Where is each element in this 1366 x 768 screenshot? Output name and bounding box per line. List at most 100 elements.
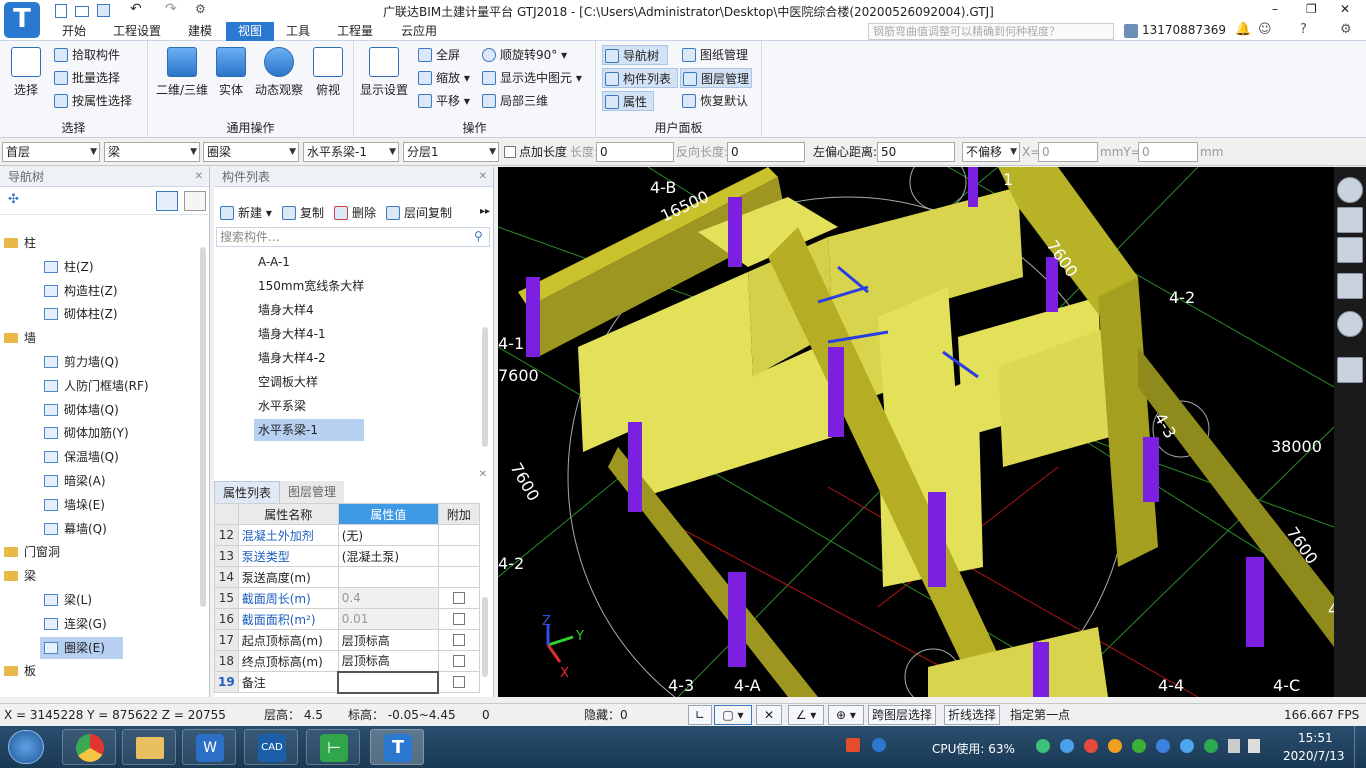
component-item[interactable]: 墙身大样4-2 bbox=[254, 347, 330, 369]
property-row[interactable]: 13 泵送类型 (混凝土泵) bbox=[214, 545, 481, 567]
start-button[interactable] bbox=[8, 730, 44, 764]
pin-icon[interactable]: ✣ bbox=[8, 192, 19, 207]
copy-component-button[interactable]: 复制 bbox=[280, 203, 324, 223]
property-value[interactable]: 0.4 bbox=[337, 587, 439, 609]
orbit-view-icon[interactable] bbox=[1337, 177, 1363, 203]
chrome-app-icon[interactable] bbox=[62, 729, 116, 765]
network-icon[interactable] bbox=[1228, 739, 1240, 753]
orbit-button[interactable]: 动态观察 bbox=[252, 47, 306, 98]
nav-group[interactable]: 墙 bbox=[4, 327, 36, 349]
clock-time[interactable]: 15:51 bbox=[1298, 731, 1333, 745]
tab-start[interactable]: 开始 bbox=[52, 22, 96, 41]
gtj-app-icon[interactable]: T bbox=[370, 729, 424, 765]
help-search-input[interactable]: 钢筋弯曲值调整可以精确到何种程度？ bbox=[868, 23, 1114, 40]
component-search-input[interactable]: 搜索构件... bbox=[216, 227, 490, 247]
extra-checkbox[interactable] bbox=[452, 592, 465, 604]
x-offset-input[interactable]: 0 bbox=[1038, 142, 1098, 162]
tray-icon-3[interactable] bbox=[1084, 739, 1098, 753]
component-scrollbar[interactable] bbox=[482, 327, 488, 447]
tab-view[interactable]: 视图 bbox=[226, 22, 274, 41]
nav-item[interactable]: 圈梁(E) bbox=[40, 636, 123, 659]
point-length-checkbox[interactable] bbox=[504, 146, 516, 158]
search-icon[interactable]: ⚲ bbox=[474, 229, 483, 243]
nav-group[interactable]: 梁 bbox=[4, 565, 36, 587]
length-input[interactable]: 0 bbox=[596, 142, 674, 162]
undo-icon[interactable]: ↶ bbox=[130, 1, 142, 17]
layer-manage-toggle[interactable]: 图层管理 bbox=[680, 68, 752, 88]
offset-input[interactable]: 50 bbox=[877, 142, 955, 162]
property-row[interactable]: 15 截面周长(m) 0.4 bbox=[214, 587, 481, 609]
open-file-icon[interactable] bbox=[75, 6, 89, 17]
layer-select[interactable]: 分层1 ▼ bbox=[403, 142, 499, 162]
app-logo-icon[interactable]: T bbox=[4, 2, 40, 38]
property-value[interactable]: 层顶标高 bbox=[337, 629, 439, 651]
nav-item[interactable]: 柱(Z) bbox=[40, 256, 112, 278]
component-item[interactable]: A-A-1 bbox=[254, 251, 294, 273]
sogou-icon[interactable] bbox=[846, 738, 860, 752]
component-select[interactable]: 水平系梁-1 ▼ bbox=[303, 142, 399, 162]
tray-icon-8[interactable] bbox=[1204, 739, 1218, 753]
cross-layer-select-button[interactable]: 跨图层选择 bbox=[868, 705, 936, 725]
tab-property-list[interactable]: 属性列表 bbox=[214, 481, 281, 503]
nav-item[interactable]: 人防门框墙(RF) bbox=[40, 375, 167, 397]
nav-scrollbar[interactable] bbox=[200, 247, 206, 607]
gld-app-icon[interactable]: ⊢ bbox=[306, 729, 360, 765]
user-phone[interactable]: 13170887369 bbox=[1142, 23, 1226, 37]
2d-view-icon[interactable] bbox=[1337, 207, 1363, 233]
copy-between-floors-button[interactable]: 层间复制 bbox=[384, 203, 452, 223]
component-list-toggle[interactable]: 构件列表 bbox=[602, 68, 678, 88]
nav-group[interactable]: 柱 bbox=[4, 232, 36, 254]
nav-item[interactable]: 砌体墙(Q) bbox=[40, 399, 137, 421]
tray-icon-6[interactable] bbox=[1156, 739, 1170, 753]
component-item[interactable]: 水平系梁 bbox=[254, 395, 310, 417]
component-item[interactable]: 空调板大样 bbox=[254, 371, 322, 393]
settings-icon[interactable]: ⚙ bbox=[1340, 22, 1352, 37]
close-button[interactable]: ✕ bbox=[1340, 2, 1350, 16]
properties-toggle[interactable]: 属性 bbox=[602, 91, 654, 111]
help-icon[interactable]: ? bbox=[1300, 22, 1307, 37]
polyline-select-button[interactable]: 折线选择 bbox=[944, 705, 1000, 725]
ortho-icon[interactable]: ∟ bbox=[688, 705, 712, 725]
nav-group[interactable]: 门窗洞 bbox=[4, 541, 60, 563]
nav-item[interactable]: 保温墙(Q) bbox=[40, 446, 137, 468]
nav-item[interactable]: 暗梁(A) bbox=[40, 470, 124, 492]
property-row[interactable]: 14 泵送高度(m) bbox=[214, 566, 481, 588]
extra-checkbox[interactable] bbox=[452, 655, 465, 667]
volume-icon[interactable] bbox=[1248, 739, 1260, 753]
property-row[interactable]: 12 混凝土外加剂 (无) bbox=[214, 524, 481, 546]
property-value[interactable]: 0.01 bbox=[337, 608, 439, 630]
new-component-button[interactable]: 新建 ▾ bbox=[218, 203, 272, 223]
building-model[interactable]: 4-B16500176004-24-1760076004-33800076004… bbox=[498, 167, 1334, 697]
redo-icon[interactable]: ↷ bbox=[165, 1, 177, 17]
nav-item[interactable]: 梁(L) bbox=[40, 589, 110, 611]
minimize-button[interactable]: – bbox=[1272, 2, 1278, 16]
nav-item[interactable]: 幕墙(Q) bbox=[40, 518, 125, 540]
user-avatar-icon[interactable] bbox=[1124, 24, 1138, 38]
more-icon[interactable]: ▸▸ bbox=[480, 206, 490, 217]
grid-view-icon[interactable] bbox=[184, 191, 206, 211]
display-settings-button[interactable]: 显示设置 bbox=[358, 47, 410, 98]
offset-mode-select[interactable]: 不偏移 ▼ bbox=[962, 142, 1020, 162]
nav-item[interactable]: 砌体柱(Z) bbox=[40, 303, 136, 325]
select-button[interactable]: 选择 bbox=[6, 47, 46, 98]
2d-3d-button[interactable]: 二维/三维 bbox=[154, 47, 210, 98]
fullscreen-button[interactable]: 全屏 bbox=[416, 45, 460, 65]
property-value[interactable]: (混凝土泵) bbox=[337, 545, 439, 567]
extra-checkbox[interactable] bbox=[452, 613, 465, 625]
cross-snap-icon[interactable]: ✕ bbox=[756, 705, 782, 725]
explorer-app-icon[interactable] bbox=[122, 729, 176, 765]
help-tray-icon[interactable] bbox=[872, 738, 886, 752]
save-icon[interactable] bbox=[97, 4, 110, 17]
show-selected-button[interactable]: 显示选中图元 ▾ bbox=[480, 68, 582, 88]
property-scrollbar[interactable] bbox=[482, 597, 488, 677]
property-value[interactable] bbox=[337, 670, 440, 694]
close-icon[interactable]: ✕ bbox=[479, 167, 487, 187]
nav-item[interactable]: 构造柱(Z) bbox=[40, 280, 136, 302]
list-view-icon[interactable] bbox=[156, 191, 178, 211]
property-value[interactable]: (无) bbox=[337, 524, 439, 546]
nav-item[interactable]: 砌体加筋(Y) bbox=[40, 422, 147, 444]
nav-group[interactable]: 板 bbox=[4, 660, 36, 682]
tray-icon-7[interactable] bbox=[1180, 739, 1194, 753]
wps-app-icon[interactable]: W bbox=[182, 729, 236, 765]
property-row[interactable]: 16 截面面积(m²) 0.01 bbox=[214, 608, 481, 630]
